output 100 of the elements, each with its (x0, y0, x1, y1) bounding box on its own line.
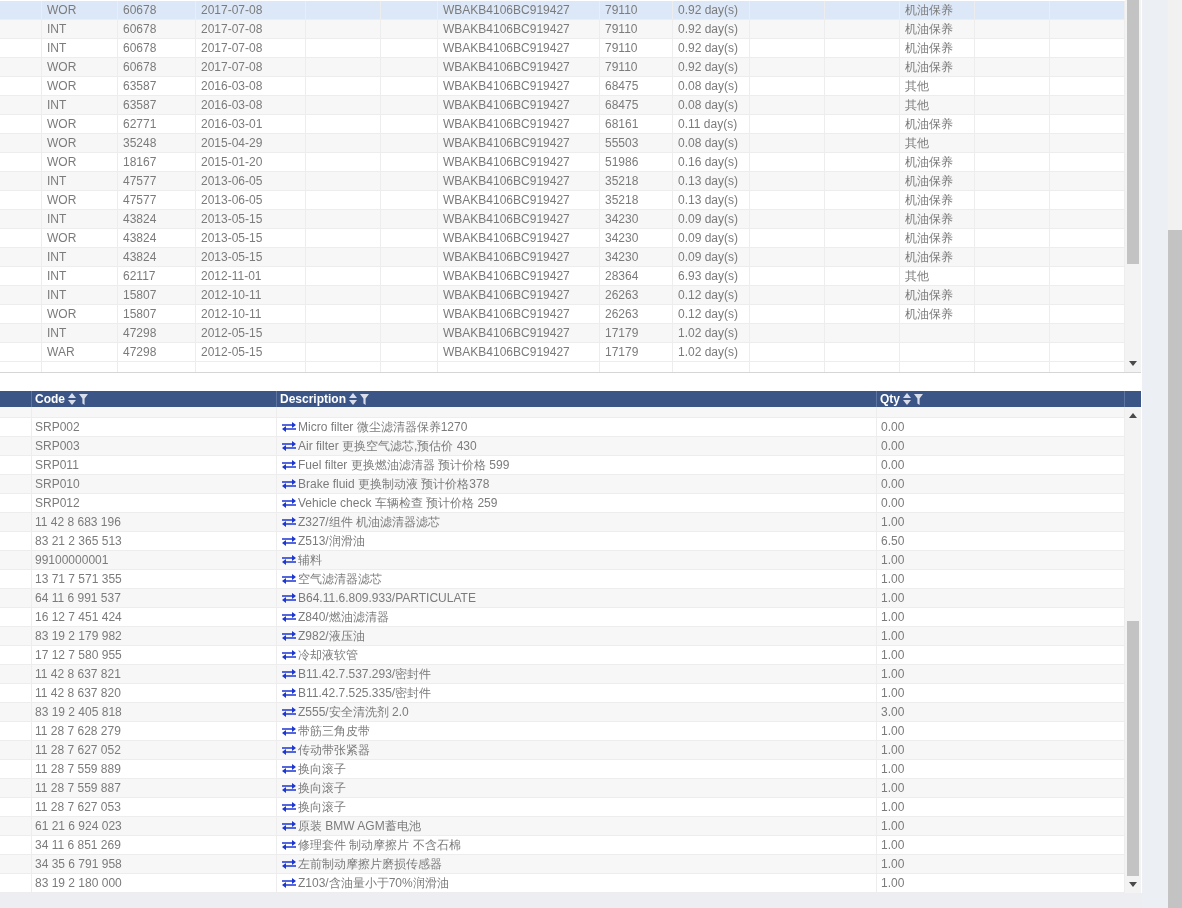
table-row[interactable]: SRP012 Vehicle check 车辆检查 预计价格 259 0.00 (0, 494, 1125, 513)
table-row[interactable]: 11 42 8 637 821 B11.42.7.537.293/密封件 1.00 (0, 665, 1125, 684)
down-triangle-icon[interactable] (1129, 882, 1137, 887)
swap-arrows-icon[interactable] (282, 612, 296, 622)
table-row[interactable]: INT 15807 2012-10-11 WBAKB4106BC919427 26263 0.12 day(s) 机油保养 (0, 286, 1125, 305)
table-row[interactable]: 11 42 8 683 196 Z327/组件 机油滤清器滤芯 1.00 (0, 513, 1125, 532)
table-row[interactable]: 11 28 7 628 279 带筋三角皮带 1.00 (0, 722, 1125, 741)
table-row[interactable]: WOR 43824 2013-05-15 WBAKB4106BC919427 34230 0.09 day(s) 机油保养 (0, 229, 1125, 248)
table-row[interactable]: INT 43824 2013-05-15 WBAKB4106BC919427 34230 0.09 day(s) 机油保养 (0, 248, 1125, 267)
table-row[interactable]: 11 28 7 559 887 换向滚子 1.00 (0, 779, 1125, 798)
table-row[interactable]: INT 47298 2012-05-15 WBAKB4106BC919427 17179 1.02 day(s) (0, 324, 1125, 343)
swap-arrows-icon[interactable] (282, 441, 296, 451)
table-row[interactable]: 83 19 2 405 818 Z555/安全清洗剂 2.0 3.00 (0, 703, 1125, 722)
swap-arrows-icon[interactable] (282, 498, 296, 508)
table-row[interactable]: SRP011 Fuel filter 更换燃油滤清器 预计价格 599 0.00 (0, 456, 1125, 475)
table-row[interactable]: 64 11 6 991 537 B64.11.6.809.933/PARTICULATE 1.00 (0, 589, 1125, 608)
table-cell: 2013-06-05 (196, 191, 306, 209)
scrollbar-thumb[interactable] (1127, 621, 1139, 876)
table-row[interactable]: 17 12 7 580 955 冷却液软管 1.00 (0, 646, 1125, 665)
table-row[interactable]: 11 28 7 559 889 换向滚子 1.00 (0, 760, 1125, 779)
table-row[interactable]: SRP002 Micro filter 微尘滤清器保养1270 0.00 (0, 418, 1125, 437)
table-row[interactable]: WOR 15807 2012-10-11 WBAKB4106BC919427 26263 0.12 day(s) 机油保养 (0, 305, 1125, 324)
table-row[interactable]: WOR 60678 2017-07-08 WBAKB4106BC919427 79110 0.92 day(s) 机油保养 (0, 58, 1125, 77)
swap-arrows-icon[interactable] (282, 669, 296, 679)
swap-arrows-icon[interactable] (282, 745, 296, 755)
table-cell-text: Z103/含油量小于70%润滑油 (298, 875, 449, 892)
filter-icon[interactable] (360, 393, 369, 405)
swap-arrows-icon[interactable] (282, 593, 296, 603)
table-row[interactable]: 11 42 8 637 820 B11.42.7.525.335/密封件 1.00 (0, 684, 1125, 703)
table-cell: SRP010 (32, 475, 277, 493)
swap-arrows-icon[interactable] (282, 878, 296, 888)
table-cell: 11 28 7 627 053 (32, 798, 277, 816)
table-cell: 机油保养 (900, 20, 975, 38)
table-row[interactable]: 83 19 2 179 982 Z982/液压油 1.00 (0, 627, 1125, 646)
swap-arrows-icon[interactable] (282, 688, 296, 698)
table-row[interactable]: INT 63587 2016-03-08 WBAKB4106BC919427 68475 0.08 day(s) 其他 (0, 96, 1125, 115)
table-cell: INT (42, 96, 118, 114)
sort-icon[interactable] (903, 393, 911, 405)
table-row[interactable]: WOR 47577 2013-06-05 WBAKB4106BC919427 35218 0.13 day(s) 机油保养 (0, 191, 1125, 210)
table-cell: WOR (42, 115, 118, 133)
table-row[interactable]: INT 43824 2013-05-15 WBAKB4106BC919427 34230 0.09 day(s) 机油保养 (0, 210, 1125, 229)
sort-icon[interactable] (68, 393, 76, 405)
table-cell: 35218 (600, 191, 673, 209)
table-row[interactable]: 99100000001 辅料 1.00 (0, 551, 1125, 570)
table-cell: 79110 (600, 20, 673, 38)
swap-arrows-icon[interactable] (282, 726, 296, 736)
table-row[interactable]: WOR 60678 2017-07-08 WBAKB4106BC919427 79110 0.92 day(s) 机油保养 (0, 1, 1125, 20)
table-row[interactable]: WOR 18167 2015-01-20 WBAKB4106BC919427 51986 0.16 day(s) 机油保养 (0, 153, 1125, 172)
table-row[interactable]: INT 62117 2012-11-01 WBAKB4106BC919427 28364 6.93 day(s) 其他 (0, 267, 1125, 286)
table-row[interactable]: WOR 35248 2015-04-29 WBAKB4106BC919427 55503 0.08 day(s) 其他 (0, 134, 1125, 153)
swap-arrows-icon[interactable] (282, 555, 296, 565)
scrollbar-thumb[interactable] (1168, 230, 1182, 908)
swap-arrows-icon[interactable] (282, 840, 296, 850)
table-cell: WOR (42, 58, 118, 76)
filter-icon[interactable] (79, 393, 88, 405)
table-row[interactable]: 34 35 6 791 958 左前制动摩擦片磨损传感器 1.00 (0, 855, 1125, 874)
table-row[interactable]: 61 21 6 924 023 原装 BMW AGM蓄电池 1.00 (0, 817, 1125, 836)
table-row[interactable]: WOR 62771 2016-03-01 WBAKB4106BC919427 68161 0.11 day(s) 机油保养 (0, 115, 1125, 134)
table-row[interactable]: 83 19 2 180 000 Z103/含油量小于70%润滑油 1.00 (0, 874, 1125, 893)
swap-arrows-icon[interactable] (282, 783, 296, 793)
table-row[interactable]: 11 28 7 627 052 传动带张紧器 1.00 (0, 741, 1125, 760)
swap-arrows-icon[interactable] (282, 764, 296, 774)
table-row[interactable]: 83 21 2 365 513 Z513/润滑油 6.50 (0, 532, 1125, 551)
table-cell: WBAKB4106BC919427 (438, 210, 600, 228)
swap-arrows-icon[interactable] (282, 517, 296, 527)
sort-icon[interactable] (349, 393, 357, 405)
swap-arrows-icon[interactable] (282, 422, 296, 432)
swap-arrows-icon[interactable] (282, 536, 296, 546)
table-row[interactable]: 11 28 7 627 053 换向滚子 1.00 (0, 798, 1125, 817)
table-cell: SRP012 (32, 494, 277, 512)
swap-arrows-icon[interactable] (282, 479, 296, 489)
table-row[interactable]: INT 60678 2017-07-08 WBAKB4106BC919427 79110 0.92 day(s) 机油保养 (0, 20, 1125, 39)
table-cell: 99100000001 (32, 551, 277, 569)
filter-icon[interactable] (914, 393, 923, 405)
swap-arrows-icon[interactable] (282, 460, 296, 470)
table-row[interactable]: 16 12 7 451 424 Z840/燃油滤清器 1.00 (0, 608, 1125, 627)
scrollbar-thumb[interactable] (1127, 0, 1139, 264)
swap-arrows-icon[interactable] (282, 859, 296, 869)
swap-arrows-icon[interactable] (282, 631, 296, 641)
table-row[interactable]: INT 60678 2017-07-08 WBAKB4106BC919427 79110 0.92 day(s) 机油保养 (0, 39, 1125, 58)
table-row[interactable]: INT 47577 2013-06-05 WBAKB4106BC919427 35218 0.13 day(s) 机油保养 (0, 172, 1125, 191)
swap-arrows-icon[interactable] (282, 707, 296, 717)
table-cell: WAR (42, 343, 118, 361)
table-row[interactable]: 13 71 7 571 355 空气滤清器滤芯 1.00 (0, 570, 1125, 589)
table-cell: 0.08 day(s) (673, 134, 750, 152)
table-cell: WBAKB4106BC919427 (438, 286, 600, 304)
table-row[interactable]: WAR 47298 2012-05-15 WBAKB4106BC919427 17179 1.02 day(s) (0, 343, 1125, 362)
table-cell: 79110 (600, 1, 673, 19)
table-row[interactable]: SRP010 Brake fluid 更换制动液 预计价格378 0.00 (0, 475, 1125, 494)
table-cell: 2012-10-11 (196, 286, 306, 304)
swap-arrows-icon[interactable] (282, 574, 296, 584)
swap-arrows-icon[interactable] (282, 802, 296, 812)
down-triangle-icon[interactable] (1129, 361, 1137, 366)
table-cell: 60678 (118, 58, 196, 76)
table-row[interactable]: 34 11 6 851 269 修理套件 制动摩擦片 不含石棉 1.00 (0, 836, 1125, 855)
swap-arrows-icon[interactable] (282, 821, 296, 831)
swap-arrows-icon[interactable] (282, 650, 296, 660)
table-row[interactable]: SRP003 Air filter 更换空气滤芯,预估价 430 0.00 (0, 437, 1125, 456)
up-triangle-icon[interactable] (1129, 413, 1137, 418)
table-row[interactable]: WOR 63587 2016-03-08 WBAKB4106BC919427 68475 0.08 day(s) 其他 (0, 77, 1125, 96)
